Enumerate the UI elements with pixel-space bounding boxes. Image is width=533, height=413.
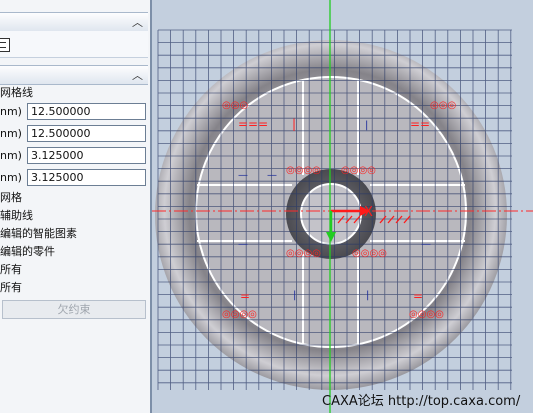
vertical-mark: | bbox=[366, 290, 369, 301]
vertical-mark: | bbox=[292, 117, 296, 131]
horizontal-mark: — bbox=[421, 239, 431, 250]
vertical-mark: | bbox=[293, 290, 296, 301]
field-label-3: nm) bbox=[0, 149, 22, 162]
grid-spacing-x-input[interactable]: 12.500000 bbox=[27, 103, 146, 120]
horizontal-mark: — bbox=[238, 170, 248, 181]
grid-section-title: 网格线 bbox=[0, 86, 33, 99]
coincident-mark: ◎◎◎ bbox=[222, 100, 248, 111]
panel-header-grid[interactable]: ︿ bbox=[0, 65, 148, 85]
vertical-mark: | bbox=[365, 120, 368, 131]
field-label-1: nm) bbox=[0, 105, 22, 118]
properties-panel: ︿ ︿ 网格线 nm) 12.500000 nm) 12.500000 nm) … bbox=[0, 0, 152, 413]
chevron-up-icon[interactable]: ︿ bbox=[132, 67, 143, 83]
panel-header-top[interactable]: ︿ bbox=[0, 12, 148, 32]
coincident-mark: ◎◎◎◎ bbox=[341, 165, 376, 176]
horizontal-mark: — bbox=[267, 170, 277, 181]
equal-mark: == bbox=[410, 117, 430, 131]
coincident-mark: ◎◎◎ bbox=[430, 100, 456, 111]
coincident-mark: ◎◎◎◎ bbox=[222, 309, 257, 320]
snap-spacing-x-input[interactable]: 3.125000 bbox=[27, 147, 146, 164]
equal-mark: === bbox=[238, 117, 268, 131]
grid-spacing-y-input[interactable]: 12.500000 bbox=[27, 125, 146, 142]
field-label-4: nm) bbox=[0, 171, 22, 184]
sketch-viewport[interactable]: X ◎◎◎ ◎◎◎ ◎◎◎◎ ◎◎◎◎ ◎◎◎◎ ◎◎◎◎ ◎◎◎◎ ◎◎◎◎ … bbox=[152, 0, 533, 413]
panel-toolbar bbox=[0, 31, 148, 58]
forum-credit: CAXA论坛 http://top.caxa.com/ bbox=[322, 394, 521, 409]
coincident-mark: ◎◎◎◎ bbox=[409, 309, 444, 320]
option-edit-smart-shapes[interactable]: 编辑的智能图素 bbox=[0, 227, 77, 241]
x-axis-label: X bbox=[364, 205, 373, 220]
horizontal-mark: — bbox=[238, 239, 248, 250]
option-aux-lines[interactable]: 辅助线 bbox=[0, 209, 33, 223]
option-grid[interactable]: 网格 bbox=[0, 191, 22, 205]
equal-mark: = bbox=[413, 289, 423, 303]
equal-mark: = bbox=[240, 289, 250, 303]
coincident-mark: ◎◎◎◎ bbox=[286, 248, 321, 259]
field-label-2: nm) bbox=[0, 127, 22, 140]
panel-icon[interactable] bbox=[0, 38, 10, 52]
option-all-2[interactable]: 所有 bbox=[0, 281, 22, 295]
under-constrained-button[interactable]: 欠约束 bbox=[2, 300, 146, 319]
coincident-mark: ◎◎◎◎ bbox=[352, 248, 387, 259]
option-edit-parts[interactable]: 编辑的零件 bbox=[0, 245, 55, 259]
chevron-up-icon[interactable]: ︿ bbox=[132, 14, 143, 30]
sketch-canvas[interactable]: X ◎◎◎ ◎◎◎ ◎◎◎◎ ◎◎◎◎ ◎◎◎◎ ◎◎◎◎ ◎◎◎◎ ◎◎◎◎ … bbox=[152, 0, 533, 413]
snap-spacing-y-input[interactable]: 3.125000 bbox=[27, 169, 146, 186]
option-all-1[interactable]: 所有 bbox=[0, 263, 22, 277]
coincident-mark: ◎◎◎◎ bbox=[286, 165, 321, 176]
